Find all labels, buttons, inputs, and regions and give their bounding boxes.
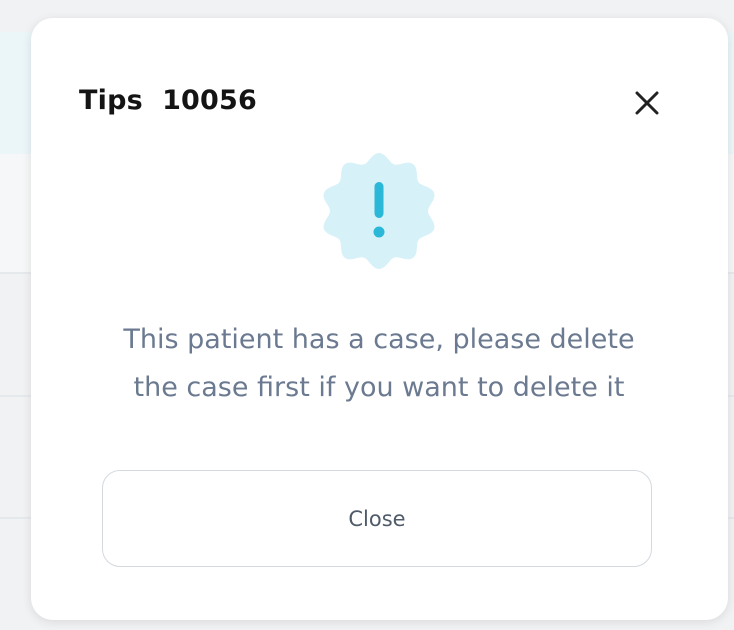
close-icon[interactable] (629, 85, 665, 121)
message-line: This patient has a case, please delete (123, 324, 635, 355)
dialog-title: Tips 10056 (79, 85, 258, 116)
exclamation-badge-icon (318, 150, 440, 272)
tips-dialog: Tips 10056 This patient has a case, plea… (31, 18, 728, 620)
close-button[interactable]: Close (102, 470, 652, 567)
message-line: the case first if you want to delete it (133, 372, 625, 403)
dialog-message: This patient has a case, please delete t… (69, 316, 689, 412)
